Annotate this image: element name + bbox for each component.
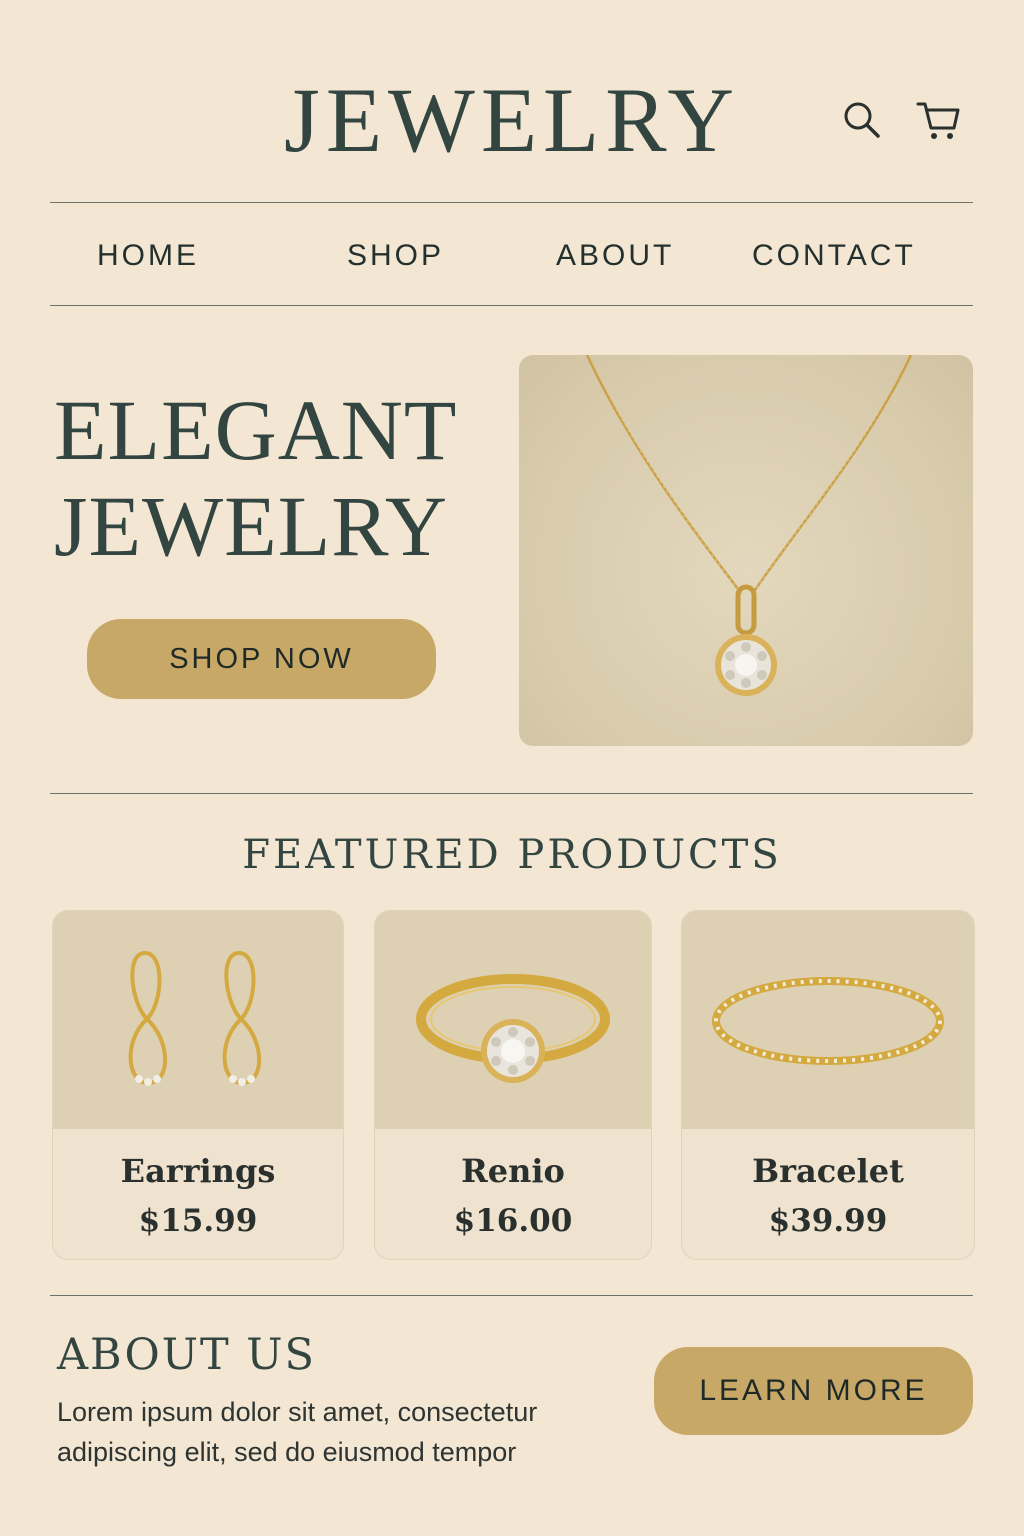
hero-title: ELEGANT JEWELRY [54, 382, 457, 574]
product-name: Earrings [120, 1152, 276, 1190]
product-price: $15.99 [138, 1203, 258, 1239]
hero-necklace-image [519, 355, 973, 746]
header-divider [50, 202, 973, 203]
nav-contact[interactable]: CONTACT [752, 236, 916, 276]
search-icon[interactable] [838, 96, 886, 144]
hero-title-line1: ELEGANT [54, 382, 458, 478]
product-card-bracelet[interactable]: Bracelet $39.99 [681, 910, 975, 1260]
nav-shop[interactable]: SHOP [347, 236, 444, 276]
nav-about[interactable]: ABOUT [556, 236, 674, 276]
hero-title-line2: JEWELRY [54, 478, 448, 574]
cart-icon[interactable] [914, 96, 962, 144]
product-price: $39.99 [768, 1203, 888, 1239]
product-name: Bracelet [752, 1152, 904, 1190]
nav-home[interactable]: HOME [97, 236, 199, 276]
ring-image [375, 911, 651, 1129]
featured-products-title: FEATURED PRODUCTS [242, 832, 782, 878]
product-card-renio[interactable]: Renio $16.00 [374, 910, 652, 1260]
product-price: $16.00 [453, 1203, 573, 1239]
product-card-earrings[interactable]: Earrings $15.99 [52, 910, 344, 1260]
earrings-image [53, 911, 343, 1129]
learn-more-button[interactable]: LEARN MORE [654, 1347, 973, 1435]
bracelet-image [682, 911, 974, 1129]
hero-divider [50, 793, 973, 794]
nav-divider [50, 305, 973, 306]
about-us-title: ABOUT US [57, 1330, 316, 1380]
about-text-line2: adipiscing elit, sed do eiusmod tempor [57, 1437, 517, 1467]
product-name: Renio [461, 1152, 565, 1190]
featured-divider [50, 1295, 973, 1296]
about-text-line1: Lorem ipsum dolor sit amet, consectetur [57, 1397, 538, 1427]
shop-now-button[interactable]: SHOP NOW [87, 619, 436, 699]
about-us-text: Lorem ipsum dolor sit amet, consectetur … [57, 1392, 637, 1472]
